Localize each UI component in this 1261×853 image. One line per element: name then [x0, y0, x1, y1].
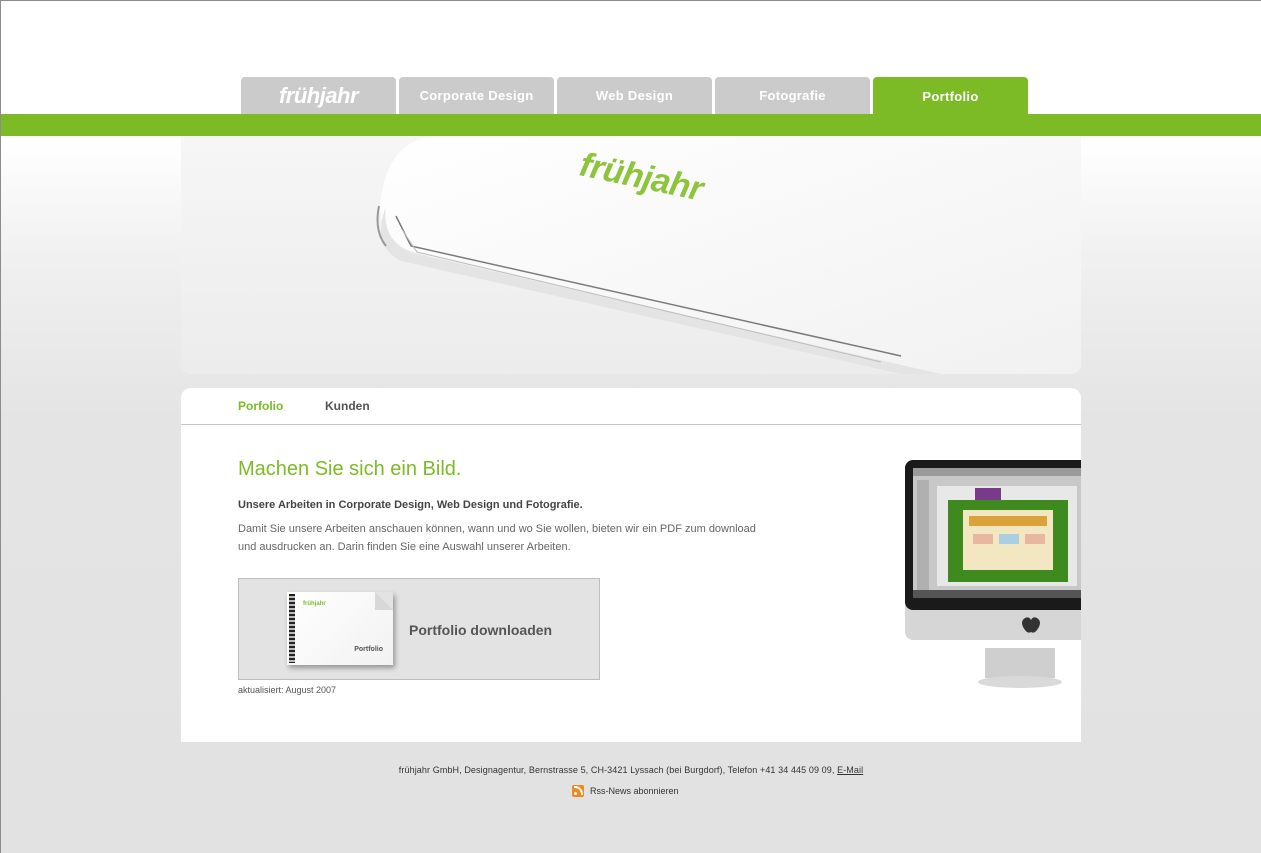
nav-home-logo[interactable]: frühjahr — [241, 77, 396, 114]
tab-web-design[interactable]: Web Design — [557, 77, 712, 114]
page-curl — [375, 592, 393, 610]
rss-icon — [572, 785, 584, 797]
email-link[interactable]: E-Mail — [837, 765, 863, 775]
content-panel: Porfolio Kunden Machen Sie sich ein Bild… — [181, 388, 1081, 742]
footer-address-text: frühjahr GmbH, Designagentur, Bernstrass… — [398, 765, 838, 775]
updated-date: aktualisiert: August 2007 — [238, 685, 337, 695]
doc-label: Portfolio — [354, 646, 383, 653]
nav-underline-bar — [1, 114, 1261, 136]
tab-portfolio[interactable]: Portfolio — [873, 77, 1028, 115]
imac-illustration — [905, 460, 1081, 688]
page-headline: Machen Sie sich ein Bild. — [238, 458, 462, 480]
download-label: Portfolio downloaden — [409, 622, 553, 638]
footer-address: frühjahr GmbH, Designagentur, Bernstrass… — [1, 765, 1261, 775]
hero-banner: frühjahr — [181, 136, 1081, 374]
subnav-kunden[interactable]: Kunden — [325, 399, 370, 413]
tab-corporate-design[interactable]: Corporate Design — [399, 77, 554, 114]
rss-label: Rss-News abonnieren — [590, 786, 679, 796]
portfolio-download-button[interactable]: frühjahr Portfolio Portfolio downloaden — [238, 578, 600, 680]
body-text: Damit Sie unsere Arbeiten anschauen könn… — [238, 523, 756, 553]
rss-subscribe-link[interactable]: Rss-News abonnieren — [572, 785, 679, 797]
spiral-binding — [289, 594, 295, 663]
sub-navigation: Porfolio Kunden — [181, 388, 1081, 425]
portfolio-document-thumbnail: frühjahr Portfolio — [287, 592, 393, 665]
lead-text: Unsere Arbeiten in Corporate Design, Web… — [238, 499, 583, 511]
tab-fotografie[interactable]: Fotografie — [715, 77, 870, 114]
main-navigation: frühjahr Corporate Design Web Design Fot… — [241, 77, 1028, 115]
doc-logo: frühjahr — [303, 601, 326, 607]
subnav-portfolio[interactable]: Porfolio — [238, 399, 283, 413]
site-logo: frühjahr — [278, 82, 359, 108]
